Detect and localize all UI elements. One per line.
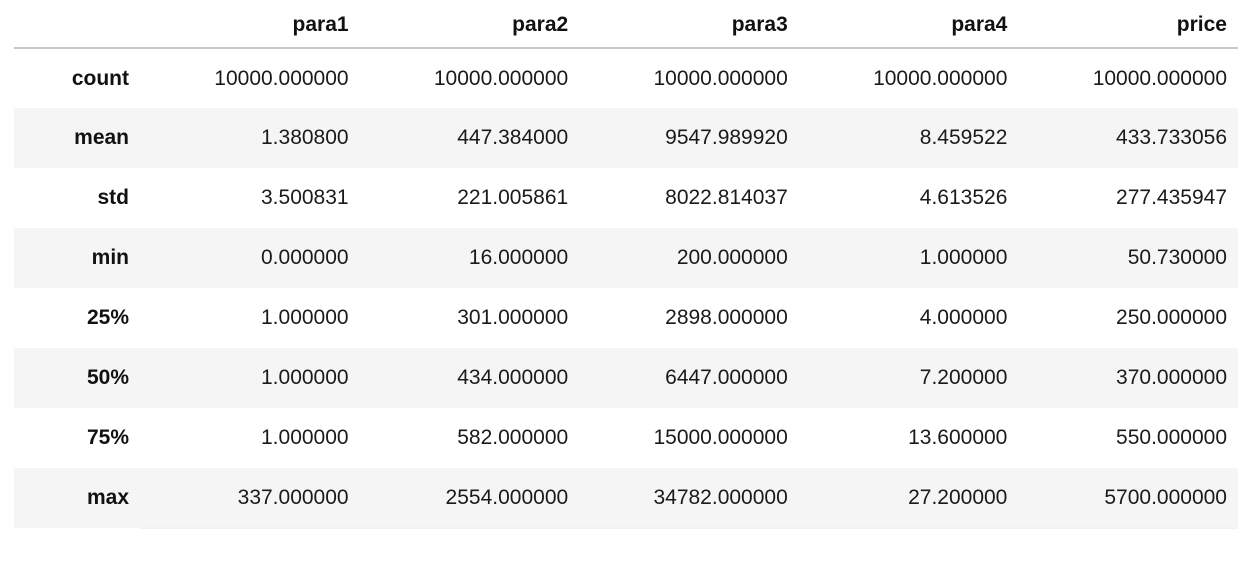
cell-25pct-para4: 4.000000 <box>919 306 1008 329</box>
cell-std-para1: 3.500831 <box>261 186 349 209</box>
table-row: max 337.000000 2554.000000 34782.000000 … <box>14 468 1238 529</box>
cell-std-para4: 4.613526 <box>919 186 1008 209</box>
cell-max-para3: 34782.000000 <box>579 468 799 529</box>
column-header-para3[interactable]: para3 <box>579 0 799 49</box>
cell-mean-para2: 447.384000 <box>457 126 569 149</box>
cell-50pct-para1: 1.000000 <box>261 366 349 389</box>
row-index-25pct: 25% <box>86 306 129 329</box>
table-row: 50% 1.000000 434.000000 6447.000000 7.20… <box>14 348 1238 408</box>
cell-75pct-para2: 582.000000 <box>457 426 569 449</box>
cell-min-para1: 0.000000 <box>261 246 349 269</box>
cell-count-para3: 10000.000000 <box>653 66 788 90</box>
table-row: mean 1.380800 447.384000 9547.989920 8.4… <box>14 108 1238 168</box>
cell-75pct-para3: 15000.000000 <box>653 426 788 449</box>
cell-max-para4: 27.200000 <box>798 468 1019 529</box>
cell-std-para3: 8022.814037 <box>665 186 788 209</box>
row-index-75pct: 75% <box>86 426 129 449</box>
cell-mean-para1: 1.380800 <box>261 126 349 149</box>
table-corner-header <box>14 0 140 49</box>
row-index-mean: mean <box>74 126 129 149</box>
cell-mean-para3: 9547.989920 <box>665 126 788 149</box>
cell-75pct-para1: 1.000000 <box>261 426 349 449</box>
cell-min-para4: 1.000000 <box>919 246 1008 269</box>
cell-max-para1: 337.000000 <box>140 468 360 529</box>
cell-75pct-para4: 13.600000 <box>908 426 1008 449</box>
cell-count-para1: 10000.000000 <box>214 66 349 90</box>
cell-std-para2: 221.005861 <box>457 186 569 209</box>
row-index-count: count <box>71 66 129 90</box>
cell-25pct-para3: 2898.000000 <box>665 306 788 329</box>
table-header: para1 para2 para3 para4 price <box>14 0 1238 49</box>
cell-50pct-para3: 6447.000000 <box>665 366 788 389</box>
row-index-min: min <box>91 246 129 269</box>
row-index-std: std <box>97 186 130 209</box>
cell-max-para2: 2554.000000 <box>359 468 580 529</box>
column-header-price[interactable]: price <box>1018 0 1238 49</box>
cell-count-para2: 10000.000000 <box>433 66 569 90</box>
cell-50pct-para4: 7.200000 <box>919 366 1008 389</box>
cell-std-price: 277.435947 <box>1116 186 1227 209</box>
cell-50pct-para2: 434.000000 <box>457 366 569 389</box>
cell-25pct-para2: 301.000000 <box>457 306 569 329</box>
table-body: count 10000.000000 10000.000000 10000.00… <box>14 48 1238 529</box>
row-index-max: max <box>86 486 129 509</box>
cell-max-price: 5700.000000 <box>1018 468 1238 529</box>
header-row: para1 para2 para3 para4 price <box>14 0 1238 49</box>
cell-75pct-price: 550.000000 <box>1116 426 1227 449</box>
cell-count-price: 10000.000000 <box>1092 66 1227 90</box>
cell-25pct-para1: 1.000000 <box>261 306 349 329</box>
column-header-para2[interactable]: para2 <box>359 0 580 49</box>
cell-min-para3: 200.000000 <box>676 246 788 269</box>
table-row: 75% 1.000000 582.000000 15000.000000 13.… <box>14 408 1238 468</box>
cell-min-price: 50.730000 <box>1127 246 1227 269</box>
dataframe-describe-table: para1 para2 para3 para4 price count 1000… <box>14 0 1238 529</box>
table-row: std 3.500831 221.005861 8022.814037 4.61… <box>14 168 1238 228</box>
table-row: count 10000.000000 10000.000000 10000.00… <box>14 48 1238 108</box>
table-viewport: para1 para2 para3 para4 price count 1000… <box>0 0 1252 570</box>
cell-50pct-price: 370.000000 <box>1116 366 1227 389</box>
cell-min-para2: 16.000000 <box>468 246 569 269</box>
table-row: min 0.000000 16.000000 200.000000 1.0000… <box>14 228 1238 288</box>
column-header-para4[interactable]: para4 <box>798 0 1019 49</box>
row-index-50pct: 50% <box>86 366 129 389</box>
cell-mean-price: 433.733056 <box>1116 126 1227 149</box>
cell-mean-para4: 8.459522 <box>919 126 1008 149</box>
table-row: 25% 1.000000 301.000000 2898.000000 4.00… <box>14 288 1238 348</box>
cell-count-para4: 10000.000000 <box>873 66 1008 90</box>
column-header-para1[interactable]: para1 <box>140 0 360 49</box>
cell-25pct-price: 250.000000 <box>1116 306 1227 329</box>
